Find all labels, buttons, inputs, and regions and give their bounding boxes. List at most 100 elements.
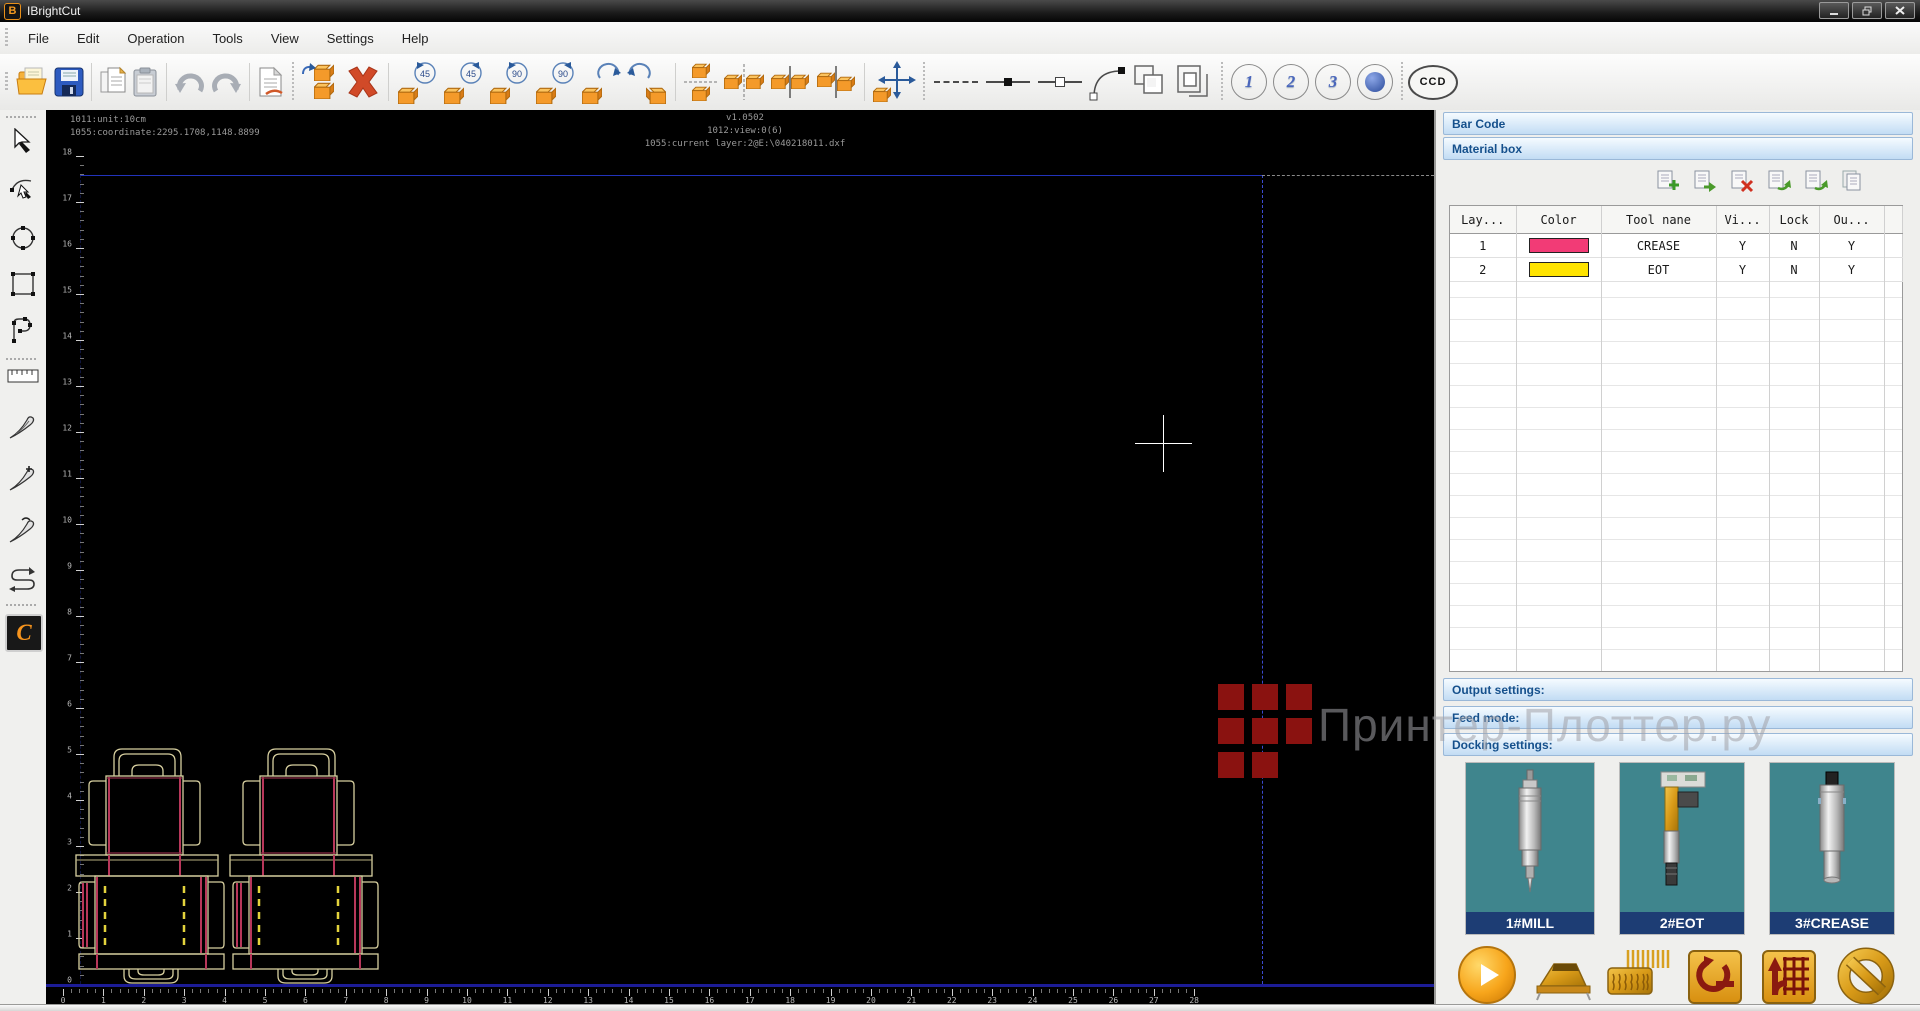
redo-button[interactable] (209, 58, 243, 106)
copy-layer-button[interactable] (1839, 168, 1867, 194)
mill-tool-image (1466, 763, 1594, 912)
tool-name-cell[interactable]: CREASE (1601, 234, 1716, 258)
color-swatch[interactable] (1529, 262, 1589, 277)
material-box-header[interactable]: Material box (1443, 137, 1913, 160)
rotate-free-cw-button[interactable] (625, 58, 669, 106)
layer-number-cell[interactable]: 2 (1450, 258, 1516, 282)
ruler-tool-button[interactable] (5, 362, 41, 390)
menu-edit[interactable]: Edit (63, 27, 113, 50)
menu-settings[interactable]: Settings (313, 27, 388, 50)
menu-view[interactable]: View (257, 27, 313, 50)
col-header-tool[interactable]: Tool nane (1601, 206, 1716, 234)
layer-color-cell[interactable] (1516, 258, 1601, 282)
save-button[interactable] (53, 58, 85, 106)
visible-cell[interactable]: Y (1716, 258, 1769, 282)
menu-file[interactable]: File (14, 27, 63, 50)
mirror-horizontal-button[interactable] (768, 58, 812, 106)
select-tool-button[interactable] (5, 122, 41, 162)
menu-help[interactable]: Help (388, 27, 443, 50)
output-cell[interactable]: Y (1819, 258, 1884, 282)
delete-button[interactable] (344, 58, 382, 106)
path-tool-button[interactable] (5, 310, 41, 350)
line-style-open-node-button[interactable] (1034, 62, 1086, 102)
knife-add-tool-button[interactable] (5, 458, 41, 498)
minimize-button[interactable] (1819, 2, 1849, 19)
node-edit-tool-button[interactable] (5, 170, 41, 210)
loop-tool-button[interactable] (5, 560, 41, 600)
arc-button[interactable] (1087, 58, 1129, 106)
visible-cell[interactable]: Y (1716, 234, 1769, 258)
tool-palette: C (0, 110, 47, 1011)
brush-button[interactable] (1606, 948, 1672, 1011)
close-button[interactable] (1885, 2, 1915, 19)
col-header-lock[interactable]: Lock (1769, 206, 1819, 234)
rectangle-tool-button[interactable] (5, 264, 41, 304)
play-icon (1481, 964, 1499, 986)
lock-cell[interactable]: N (1769, 258, 1819, 282)
docking-card-mill[interactable]: 1#MILL (1465, 762, 1595, 935)
layer-color-cell[interactable] (1516, 234, 1601, 258)
tool-name-cell[interactable]: EOT (1601, 258, 1716, 282)
copy-button[interactable] (98, 58, 128, 106)
col-header-visible[interactable]: Vi... (1716, 206, 1769, 234)
lock-cell[interactable]: N (1769, 234, 1819, 258)
rotate-90-cw-button[interactable]: 90 (533, 58, 577, 106)
undo-button[interactable] (173, 58, 207, 106)
start-button[interactable] (1458, 946, 1516, 1004)
table-row[interactable]: 2 EOT Y N Y (1450, 258, 1902, 282)
feed-mode-header[interactable]: Feed mode: (1443, 706, 1913, 729)
nested-squares-button[interactable] (1173, 58, 1215, 106)
rotate-free-ccw-button[interactable] (579, 58, 623, 106)
view-1-button[interactable]: 1 (1231, 64, 1267, 100)
mirror-vertical-button[interactable] (814, 58, 858, 106)
knife-curve-tool-button[interactable] (5, 510, 41, 550)
col-header-layer[interactable]: Lay... (1450, 206, 1516, 234)
dieline-drawing: .cr{stroke:#d8d0a0;stroke-width:1.3;fill… (72, 736, 382, 986)
output-cell[interactable]: Y (1819, 234, 1884, 258)
line-style-node-button[interactable] (982, 62, 1034, 102)
line-style-dashed-button[interactable] (930, 62, 982, 102)
stop-button[interactable] (1836, 946, 1896, 1011)
add-layer-button[interactable] (1654, 168, 1682, 194)
color-swatch[interactable] (1529, 238, 1589, 253)
delete-layer-button[interactable] (1728, 168, 1756, 194)
view-all-button[interactable] (1357, 64, 1393, 100)
move-button[interactable] (871, 58, 917, 106)
drawing-canvas[interactable]: 1011:unit:10cm 1055:coordinate:2295.1708… (46, 110, 1434, 1004)
restore-button[interactable] (1852, 2, 1882, 19)
menu-tools[interactable]: Tools (198, 27, 256, 50)
docking-card-eot[interactable]: 2#EOT (1619, 762, 1745, 935)
col-header-color[interactable]: Color (1516, 206, 1601, 234)
knife-tool-button[interactable] (5, 406, 41, 446)
ccd-button[interactable]: CCD (1408, 65, 1458, 100)
insert-layer-button[interactable] (1691, 168, 1719, 194)
svg-text:90: 90 (512, 69, 522, 79)
export-layer-button[interactable] (1802, 168, 1830, 194)
rotate-45-cw-button[interactable]: 45 (441, 58, 485, 106)
area-button[interactable] (1762, 950, 1816, 1004)
paste-button[interactable] (130, 58, 160, 106)
rotate-45-ccw-button[interactable]: 45 (395, 58, 439, 106)
flip-vertical-button[interactable] (682, 58, 720, 106)
col-header-output[interactable]: Ou... (1819, 206, 1884, 234)
open-button[interactable] (15, 58, 51, 106)
docking-settings-header[interactable]: Docking settings: (1443, 733, 1913, 756)
rotate-origin-button[interactable] (1688, 950, 1742, 1004)
view-3-button[interactable]: 3 (1315, 64, 1351, 100)
brightcut-logo-button[interactable]: C (5, 614, 43, 652)
import-layer-button[interactable] (1765, 168, 1793, 194)
circle-tool-button[interactable] (5, 218, 41, 258)
feed-button[interactable] (1532, 952, 1596, 1007)
rotate-90-ccw-button[interactable]: 90 (487, 58, 531, 106)
import-box-button[interactable] (300, 58, 342, 106)
menu-operation[interactable]: Operation (113, 27, 198, 50)
view-2-button[interactable]: 2 (1273, 64, 1309, 100)
layer-number-cell[interactable]: 1 (1450, 234, 1516, 258)
overlap-squares-button[interactable] (1131, 58, 1171, 106)
table-row[interactable]: 1 CREASE Y N Y (1450, 234, 1902, 258)
docking-card-crease[interactable]: 3#CREASE (1769, 762, 1895, 935)
bar-code-header[interactable]: Bar Code (1443, 112, 1913, 135)
flip-horizontal-button[interactable] (722, 58, 766, 106)
output-settings-header[interactable]: Output settings: (1443, 678, 1913, 701)
output-doc-button[interactable] (256, 58, 286, 106)
